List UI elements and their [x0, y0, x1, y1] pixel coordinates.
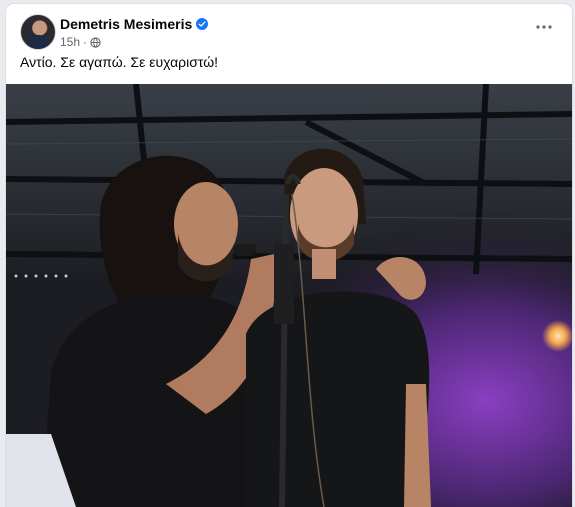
post-meta: 15h ·	[60, 35, 101, 49]
meta-separator: ·	[83, 35, 88, 49]
concert-stage-photo[interactable]	[6, 84, 572, 507]
verified-badge-icon	[196, 18, 209, 30]
post-card: Demetris Mesimeris 15h · Αντίο. Σε αγαπώ…	[6, 4, 572, 507]
author-name[interactable]: Demetris Mesimeris	[60, 16, 192, 32]
post-time[interactable]: 15h	[60, 35, 80, 49]
author-avatar[interactable]	[20, 14, 56, 50]
more-options-icon[interactable]	[530, 16, 558, 38]
post-header: Demetris Mesimeris 15h ·	[20, 14, 558, 54]
author-row: Demetris Mesimeris	[60, 16, 209, 32]
globe-icon	[90, 36, 101, 48]
post-caption: Αντίο. Σε αγαπώ. Σε ευχαριστώ!	[20, 54, 219, 70]
